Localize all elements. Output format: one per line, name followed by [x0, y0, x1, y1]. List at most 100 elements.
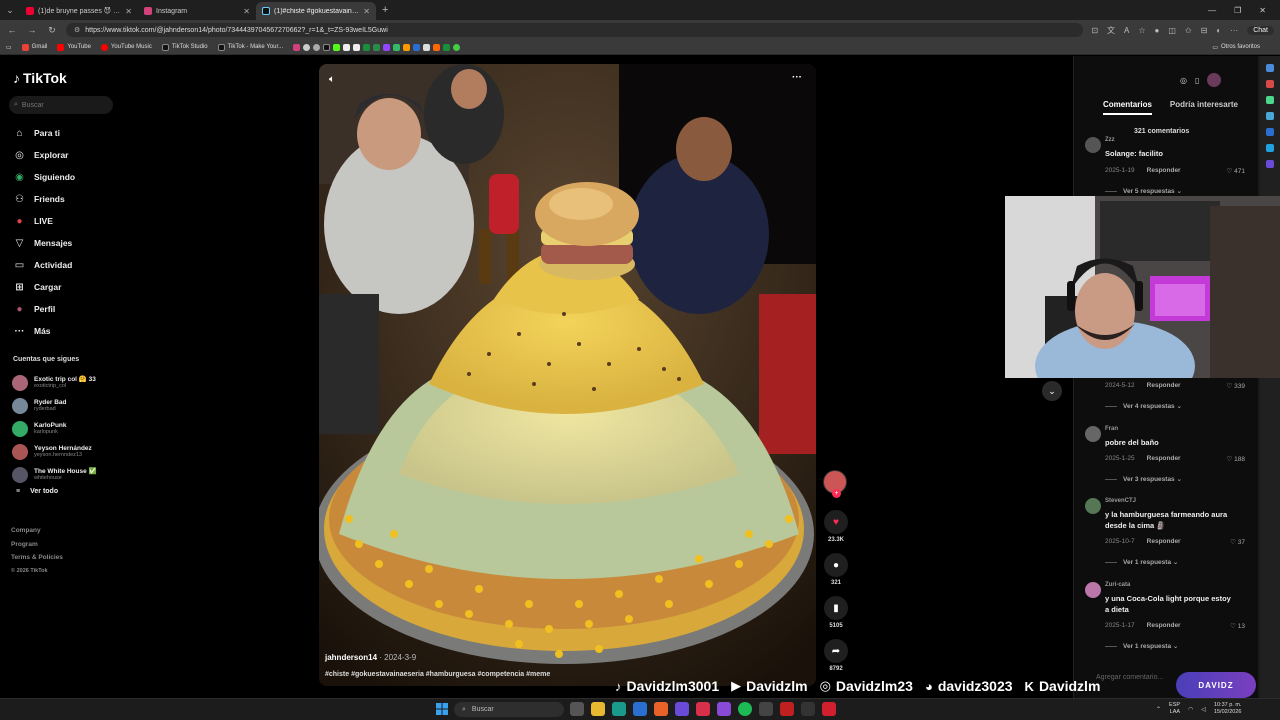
- bookmark-icon[interactable]: [443, 43, 451, 51]
- bookmark-youtube-music[interactable]: YouTube Music: [100, 43, 152, 51]
- extension-icon[interactable]: [1266, 144, 1274, 152]
- follow-plus-icon[interactable]: +: [832, 489, 841, 498]
- nav-explore[interactable]: ◎ Explorar: [13, 144, 123, 166]
- comment-icon[interactable]: ●: [824, 553, 848, 577]
- heart-icon[interactable]: ♥: [824, 510, 848, 534]
- avatar[interactable]: [1085, 137, 1101, 153]
- video-author[interactable]: jahnderson14: [325, 653, 377, 662]
- bookmark-icon[interactable]: [363, 43, 371, 51]
- footer-terms-link[interactable]: Terms & Policies: [11, 551, 63, 565]
- bookmark-icon[interactable]: [383, 43, 391, 51]
- favorites-icon[interactable]: ✩: [1185, 26, 1192, 35]
- view-replies[interactable]: Ver 3 respuestas ⌄: [1105, 475, 1182, 483]
- view-replies[interactable]: Ver 1 respuesta ⌄: [1105, 642, 1178, 650]
- close-tab-icon[interactable]: ✕: [363, 7, 370, 16]
- following-account[interactable]: KarloPunk karlopunk: [12, 417, 122, 440]
- app-icon[interactable]: [822, 702, 836, 716]
- bookmark-icon[interactable]: [423, 43, 431, 51]
- nav-messages[interactable]: ▽ Mensajes: [13, 232, 123, 254]
- avatar[interactable]: [1085, 498, 1101, 514]
- following-account[interactable]: Ryder Bad ryderbad: [12, 394, 122, 417]
- more-options-icon[interactable]: ···: [792, 72, 802, 83]
- bookmark-icon[interactable]: ▮: [824, 596, 848, 620]
- author-avatar[interactable]: +: [823, 470, 847, 498]
- nav-live[interactable]: ● LIVE: [13, 210, 123, 232]
- app-icon[interactable]: [696, 702, 710, 716]
- nav-following[interactable]: ◉ Siguiendo: [13, 166, 123, 188]
- nav-more[interactable]: ··· Más: [13, 320, 123, 342]
- comment-likes[interactable]: ♡ 471: [1227, 167, 1246, 175]
- app-icon[interactable]: [654, 702, 668, 716]
- collections-icon[interactable]: ⊟: [1201, 26, 1208, 35]
- bookmark-gmail[interactable]: Gmail: [21, 43, 47, 51]
- tab-1[interactable]: (1)de bruyne passes 😈 #foryo ✕: [20, 2, 138, 20]
- extension-icon[interactable]: [1266, 80, 1274, 88]
- bookmark-icon[interactable]: [393, 43, 401, 51]
- tray-chevron-icon[interactable]: ⌃: [1156, 706, 1161, 713]
- tiktok-logo[interactable]: ♪ TikTok: [13, 70, 67, 86]
- reply-button[interactable]: Responder: [1147, 167, 1181, 174]
- minimize-icon[interactable]: —: [1208, 6, 1216, 15]
- extension-icon[interactable]: [1266, 128, 1274, 136]
- extension-icon[interactable]: ●: [1155, 26, 1160, 35]
- spotify-icon[interactable]: [738, 702, 752, 716]
- new-tab-icon[interactable]: +: [382, 4, 388, 16]
- app-icon[interactable]: [675, 702, 689, 716]
- site-info-icon[interactable]: ⚙: [74, 26, 80, 34]
- bookmark-icon[interactable]: [403, 43, 411, 51]
- install-icon[interactable]: ⊡: [1091, 26, 1098, 35]
- app-icon[interactable]: [633, 702, 647, 716]
- extension-icon[interactable]: [1266, 96, 1274, 104]
- bookmark-icon[interactable]: [333, 43, 341, 51]
- favorite-star-icon[interactable]: ☆: [1138, 26, 1145, 35]
- comment-user[interactable]: Zuri-cata: [1105, 582, 1130, 588]
- apps-icon[interactable]: ▭: [6, 44, 12, 51]
- bookmark-icon[interactable]: [323, 43, 331, 51]
- other-bookmarks[interactable]: ▭ Otros favoritos: [1212, 44, 1280, 51]
- comment-user[interactable]: StevenCTJ: [1105, 498, 1136, 504]
- nav-activity[interactable]: ▭ Actividad: [13, 254, 123, 276]
- coins-icon[interactable]: ◎: [1180, 76, 1187, 85]
- search-extension-icon[interactable]: [1266, 64, 1274, 72]
- bookmark-icon[interactable]: [433, 43, 441, 51]
- reply-button[interactable]: Responder: [1147, 382, 1181, 389]
- following-account[interactable]: Exotic trip col 🤗 33 exotictrip_col: [12, 371, 122, 394]
- volume-icon[interactable]: 🔈︎: [329, 74, 335, 85]
- following-account[interactable]: Yeyson Hernández yeyson.hernndez13: [12, 440, 122, 463]
- windows-start-icon[interactable]: [436, 703, 448, 715]
- file-explorer-icon[interactable]: [591, 702, 605, 716]
- footer-program-link[interactable]: Program: [11, 538, 63, 552]
- tab-comments[interactable]: Comentarios: [1103, 100, 1152, 115]
- nav-profile[interactable]: ● Perfil: [13, 298, 123, 320]
- reload-icon[interactable]: ↻: [46, 25, 58, 36]
- app-icon[interactable]: [780, 702, 794, 716]
- reply-button[interactable]: Responder: [1147, 538, 1181, 545]
- search-input[interactable]: ⌕ Buscar: [9, 96, 113, 114]
- bookmark-icon[interactable]: [453, 43, 461, 51]
- close-tab-icon[interactable]: ✕: [243, 7, 250, 16]
- tab-3-active[interactable]: (1)#chiste #gokuestavainaeseria ✕: [256, 2, 376, 20]
- avatar[interactable]: [1085, 426, 1101, 442]
- nav-friends[interactable]: ⚇ Friends: [13, 188, 123, 210]
- video-player[interactable]: [319, 64, 816, 686]
- reply-button[interactable]: Responder: [1147, 455, 1181, 462]
- share-icon[interactable]: ➦: [824, 639, 848, 663]
- comment-likes[interactable]: ♡ 37: [1230, 538, 1245, 546]
- back-icon[interactable]: ←: [6, 25, 18, 35]
- extension-icon[interactable]: [1266, 160, 1274, 168]
- see-all-link[interactable]: ≡ Ver todo: [12, 488, 122, 495]
- copilot-chat-button[interactable]: Chat: [1247, 25, 1274, 35]
- comment-user[interactable]: Zzz: [1105, 137, 1115, 143]
- close-window-icon[interactable]: ✕: [1259, 6, 1266, 15]
- comment-user[interactable]: Fran: [1105, 426, 1118, 432]
- url-field[interactable]: ⚙ https://www.tiktok.com/@jahnderson14/p…: [66, 23, 1084, 37]
- app-icon[interactable]: [801, 702, 815, 716]
- bookmark-tiktok-studio[interactable]: TikTok Studio: [161, 43, 208, 51]
- bookmark-youtube[interactable]: YouTube: [57, 43, 91, 51]
- taskbar-search[interactable]: ⌕ Buscar: [454, 702, 564, 717]
- video-hashtags[interactable]: #chiste #gokuestavainaeseria #hamburgues…: [325, 671, 550, 678]
- read-aloud-icon[interactable]: A: [1124, 26, 1129, 35]
- bookmark-icon[interactable]: [303, 43, 311, 51]
- add-comment-input[interactable]: Agregar comentario...: [1096, 674, 1163, 681]
- nav-for-you[interactable]: ⌂ Para ti: [13, 122, 123, 144]
